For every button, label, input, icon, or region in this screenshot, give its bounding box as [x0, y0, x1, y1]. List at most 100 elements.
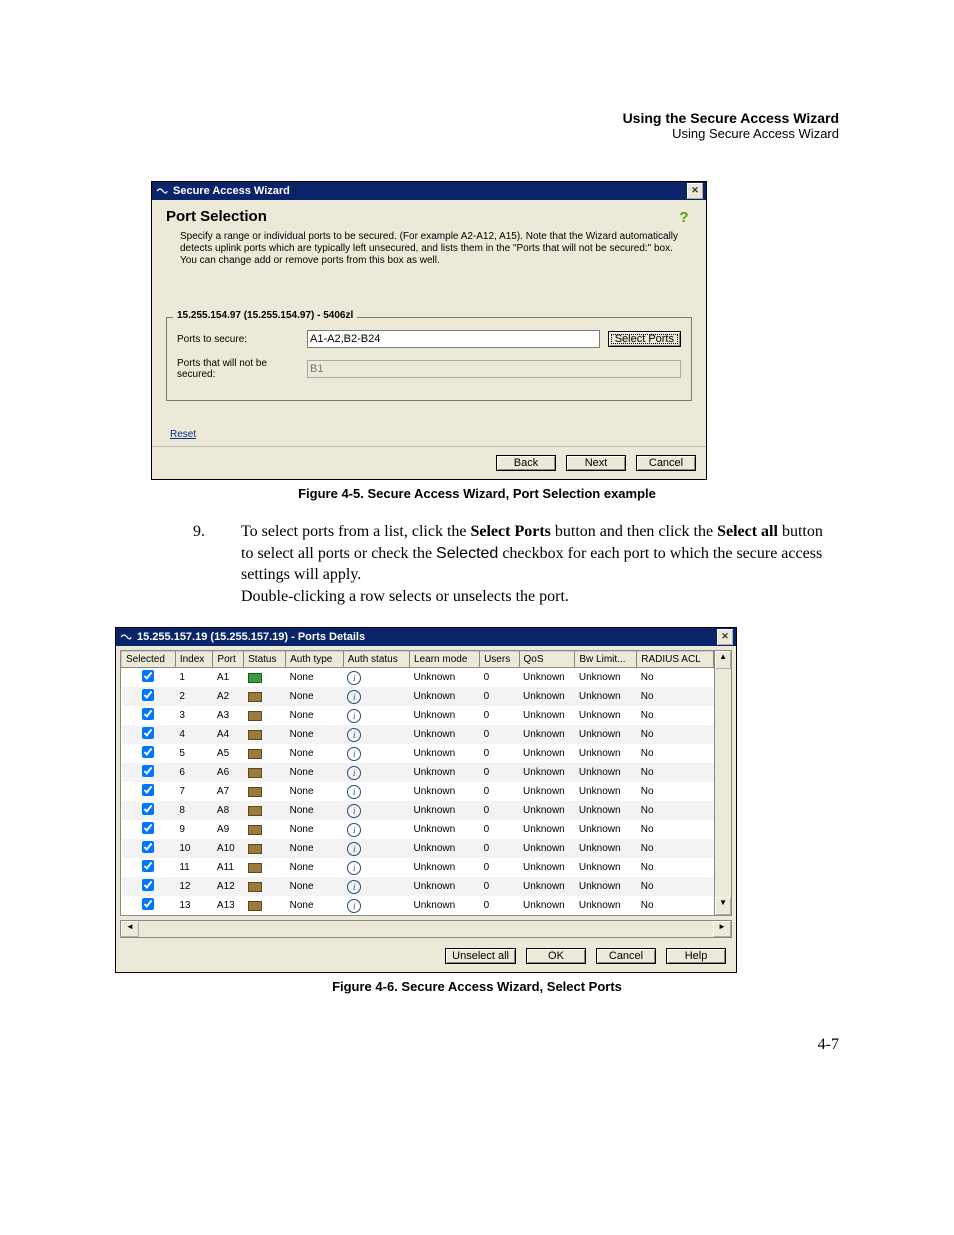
- info-icon: i: [347, 842, 361, 856]
- scroll-up-icon[interactable]: ▲: [715, 651, 731, 669]
- help-icon[interactable]: ?: [676, 209, 692, 225]
- cancel-button[interactable]: Cancel: [636, 455, 696, 471]
- col-port[interactable]: Port: [213, 652, 244, 668]
- row-checkbox[interactable]: [142, 898, 154, 910]
- col-index[interactable]: Index: [175, 652, 213, 668]
- table-row[interactable]: 5A5NoneiUnknown0UnknownUnknownNo: [122, 744, 714, 763]
- col-selected[interactable]: Selected: [122, 652, 176, 668]
- unselect-all-button[interactable]: Unselect all: [445, 948, 516, 964]
- ports-to-secure-label: Ports to secure:: [177, 334, 307, 345]
- table-row[interactable]: 9A9NoneiUnknown0UnknownUnknownNo: [122, 820, 714, 839]
- row-checkbox[interactable]: [142, 841, 154, 853]
- table-row[interactable]: 2A2NoneiUnknown0UnknownUnknownNo: [122, 687, 714, 706]
- select-ports-button[interactable]: Select Ports: [608, 331, 681, 347]
- cell-bw-limit: Unknown: [575, 858, 637, 877]
- cell-index: 13: [175, 896, 213, 915]
- cell-auth-status: i: [343, 839, 409, 858]
- cell-port: A12: [213, 877, 244, 896]
- info-icon: i: [347, 671, 361, 685]
- port-status-icon: [248, 692, 262, 702]
- cell-users: 0: [480, 687, 519, 706]
- scroll-right-icon[interactable]: ►: [713, 921, 731, 937]
- table-row[interactable]: 10A10NoneiUnknown0UnknownUnknownNo: [122, 839, 714, 858]
- figure-caption-2: Figure 4-6. Secure Access Wizard, Select…: [115, 979, 839, 994]
- table-row[interactable]: 7A7NoneiUnknown0UnknownUnknownNo: [122, 782, 714, 801]
- back-button[interactable]: Back: [496, 455, 556, 471]
- dialog1-title: Secure Access Wizard: [173, 185, 687, 197]
- step-number: 9.: [193, 521, 205, 543]
- cell-status: [244, 668, 286, 688]
- cell-auth-type: None: [286, 763, 344, 782]
- cell-index: 8: [175, 801, 213, 820]
- horizontal-scrollbar[interactable]: ◄ ►: [120, 920, 732, 938]
- cell-status: [244, 896, 286, 915]
- cell-qos: Unknown: [519, 820, 575, 839]
- ok-button[interactable]: OK: [526, 948, 586, 964]
- cell-qos: Unknown: [519, 839, 575, 858]
- table-row[interactable]: 1A1NoneiUnknown0UnknownUnknownNo: [122, 668, 714, 688]
- table-row[interactable]: 4A4NoneiUnknown0UnknownUnknownNo: [122, 725, 714, 744]
- col-learn-mode[interactable]: Learn mode: [410, 652, 480, 668]
- cell-auth-status: i: [343, 725, 409, 744]
- col-users[interactable]: Users: [480, 652, 519, 668]
- info-icon: i: [347, 861, 361, 875]
- col-auth-status[interactable]: Auth status: [343, 652, 409, 668]
- cell-radius-acl: No: [637, 820, 714, 839]
- cell-users: 0: [480, 782, 519, 801]
- cell-auth-status: i: [343, 820, 409, 839]
- col-qos[interactable]: QoS: [519, 652, 575, 668]
- table-row[interactable]: 12A12NoneiUnknown0UnknownUnknownNo: [122, 877, 714, 896]
- col-auth-type[interactable]: Auth type: [286, 652, 344, 668]
- row-checkbox[interactable]: [142, 689, 154, 701]
- table-row[interactable]: 13A13NoneiUnknown0UnknownUnknownNo: [122, 896, 714, 915]
- table-row[interactable]: 3A3NoneiUnknown0UnknownUnknownNo: [122, 706, 714, 725]
- port-status-icon: [248, 787, 262, 797]
- col-radius-acl[interactable]: RADIUS ACL: [637, 652, 714, 668]
- close-icon[interactable]: ✕: [687, 183, 703, 199]
- row-checkbox[interactable]: [142, 803, 154, 815]
- port-status-icon: [248, 711, 262, 721]
- cell-index: 11: [175, 858, 213, 877]
- cancel-button[interactable]: Cancel: [596, 948, 656, 964]
- cell-auth-status: i: [343, 877, 409, 896]
- cell-index: 12: [175, 877, 213, 896]
- header-subtitle: Using Secure Access Wizard: [115, 126, 839, 141]
- row-checkbox[interactable]: [142, 765, 154, 777]
- table-row[interactable]: 6A6NoneiUnknown0UnknownUnknownNo: [122, 763, 714, 782]
- ports-to-secure-input[interactable]: [307, 330, 600, 348]
- close-icon[interactable]: ✕: [717, 629, 733, 645]
- cell-radius-acl: No: [637, 706, 714, 725]
- reset-link[interactable]: Reset: [170, 429, 196, 440]
- cell-index: 4: [175, 725, 213, 744]
- ports-not-secured-input[interactable]: [307, 360, 681, 378]
- row-checkbox[interactable]: [142, 746, 154, 758]
- cell-status: [244, 706, 286, 725]
- info-icon: i: [347, 709, 361, 723]
- row-checkbox[interactable]: [142, 670, 154, 682]
- cell-auth-type: None: [286, 668, 344, 688]
- col-status[interactable]: Status: [244, 652, 286, 668]
- row-checkbox[interactable]: [142, 822, 154, 834]
- table-row[interactable]: 11A11NoneiUnknown0UnknownUnknownNo: [122, 858, 714, 877]
- cell-learn-mode: Unknown: [410, 858, 480, 877]
- port-status-icon: [248, 825, 262, 835]
- table-row[interactable]: 8A8NoneiUnknown0UnknownUnknownNo: [122, 801, 714, 820]
- cell-auth-status: i: [343, 763, 409, 782]
- row-checkbox[interactable]: [142, 860, 154, 872]
- port-status-icon: [248, 882, 262, 892]
- row-checkbox[interactable]: [142, 708, 154, 720]
- cell-auth-status: i: [343, 668, 409, 688]
- next-button[interactable]: Next: [566, 455, 626, 471]
- col-bw-limit[interactable]: Bw Limit...: [575, 652, 637, 668]
- cell-bw-limit: Unknown: [575, 706, 637, 725]
- vertical-scrollbar[interactable]: ▲ ▼: [714, 651, 731, 915]
- scroll-left-icon[interactable]: ◄: [121, 921, 139, 937]
- scroll-down-icon[interactable]: ▼: [715, 897, 731, 915]
- section-description: Specify a range or individual ports to b…: [180, 231, 688, 267]
- row-checkbox[interactable]: [142, 784, 154, 796]
- cell-port: A10: [213, 839, 244, 858]
- info-icon: i: [347, 880, 361, 894]
- help-button[interactable]: Help: [666, 948, 726, 964]
- row-checkbox[interactable]: [142, 727, 154, 739]
- row-checkbox[interactable]: [142, 879, 154, 891]
